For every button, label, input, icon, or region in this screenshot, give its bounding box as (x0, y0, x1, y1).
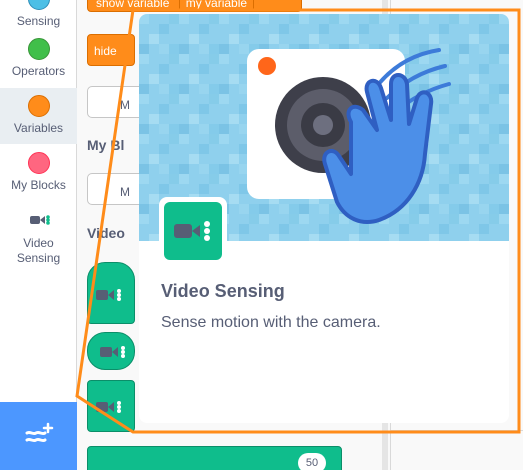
add-extension-icon (25, 422, 54, 443)
category-sidebar: Sensing Operators Variables My Blocks Vi… (0, 0, 77, 470)
category-label: My Blocks (11, 178, 66, 192)
make-variable-button[interactable]: M (87, 86, 147, 118)
category-operators[interactable]: Operators (0, 38, 77, 84)
tooltip-title: Video Sensing (161, 281, 285, 301)
category-sensing[interactable]: Sensing (0, 0, 77, 30)
category-label: Operators (11, 64, 66, 78)
add-extension-button[interactable] (0, 402, 77, 470)
video-sensing-heading: Video (87, 225, 125, 241)
transparency-value-input[interactable]: 50 (298, 453, 326, 470)
category-label: Sensing (16, 14, 61, 28)
video-camera-icon (100, 346, 125, 358)
category-my-blocks[interactable]: My Blocks (0, 152, 77, 198)
set-video-transparency-block[interactable]: 50 (87, 446, 342, 470)
turn-video-block[interactable] (87, 380, 135, 432)
show-variable-block[interactable]: show variable my variable (87, 0, 302, 12)
button-label: M (120, 185, 130, 199)
extension-tooltip-card: Video Sensing Sense motion with the came… (139, 14, 509, 423)
sensing-dot-icon (27, 0, 50, 10)
category-video-sensing[interactable]: Video Sensing (0, 210, 77, 270)
video-camera-icon (174, 221, 210, 241)
category-label: Video Sensing (16, 236, 61, 265)
variable-dropdown[interactable]: my variable (178, 0, 255, 11)
tooltip-description: Sense motion with the camera. (161, 314, 381, 331)
category-variables[interactable]: Variables (0, 88, 77, 144)
video-motion-reporter-block[interactable] (87, 332, 135, 370)
block-label: hide (94, 44, 117, 58)
category-label: Variables (13, 121, 64, 135)
operators-dot-icon (27, 38, 50, 60)
video-camera-icon (96, 289, 121, 301)
block-label: show variable (96, 0, 170, 10)
workspace-divider (390, 430, 523, 431)
video-sensing-tile (159, 197, 227, 265)
video-motion-hat-block[interactable] (87, 262, 135, 324)
video-camera-icon (0, 210, 77, 232)
hide-variable-block[interactable]: hide (87, 34, 135, 66)
video-camera-icon (96, 401, 121, 413)
make-block-button[interactable]: M (87, 173, 147, 205)
my-blocks-heading: My Bl (87, 137, 125, 153)
button-label: M (120, 98, 130, 112)
variables-dot-icon (27, 95, 50, 117)
my-blocks-dot-icon (27, 152, 50, 174)
